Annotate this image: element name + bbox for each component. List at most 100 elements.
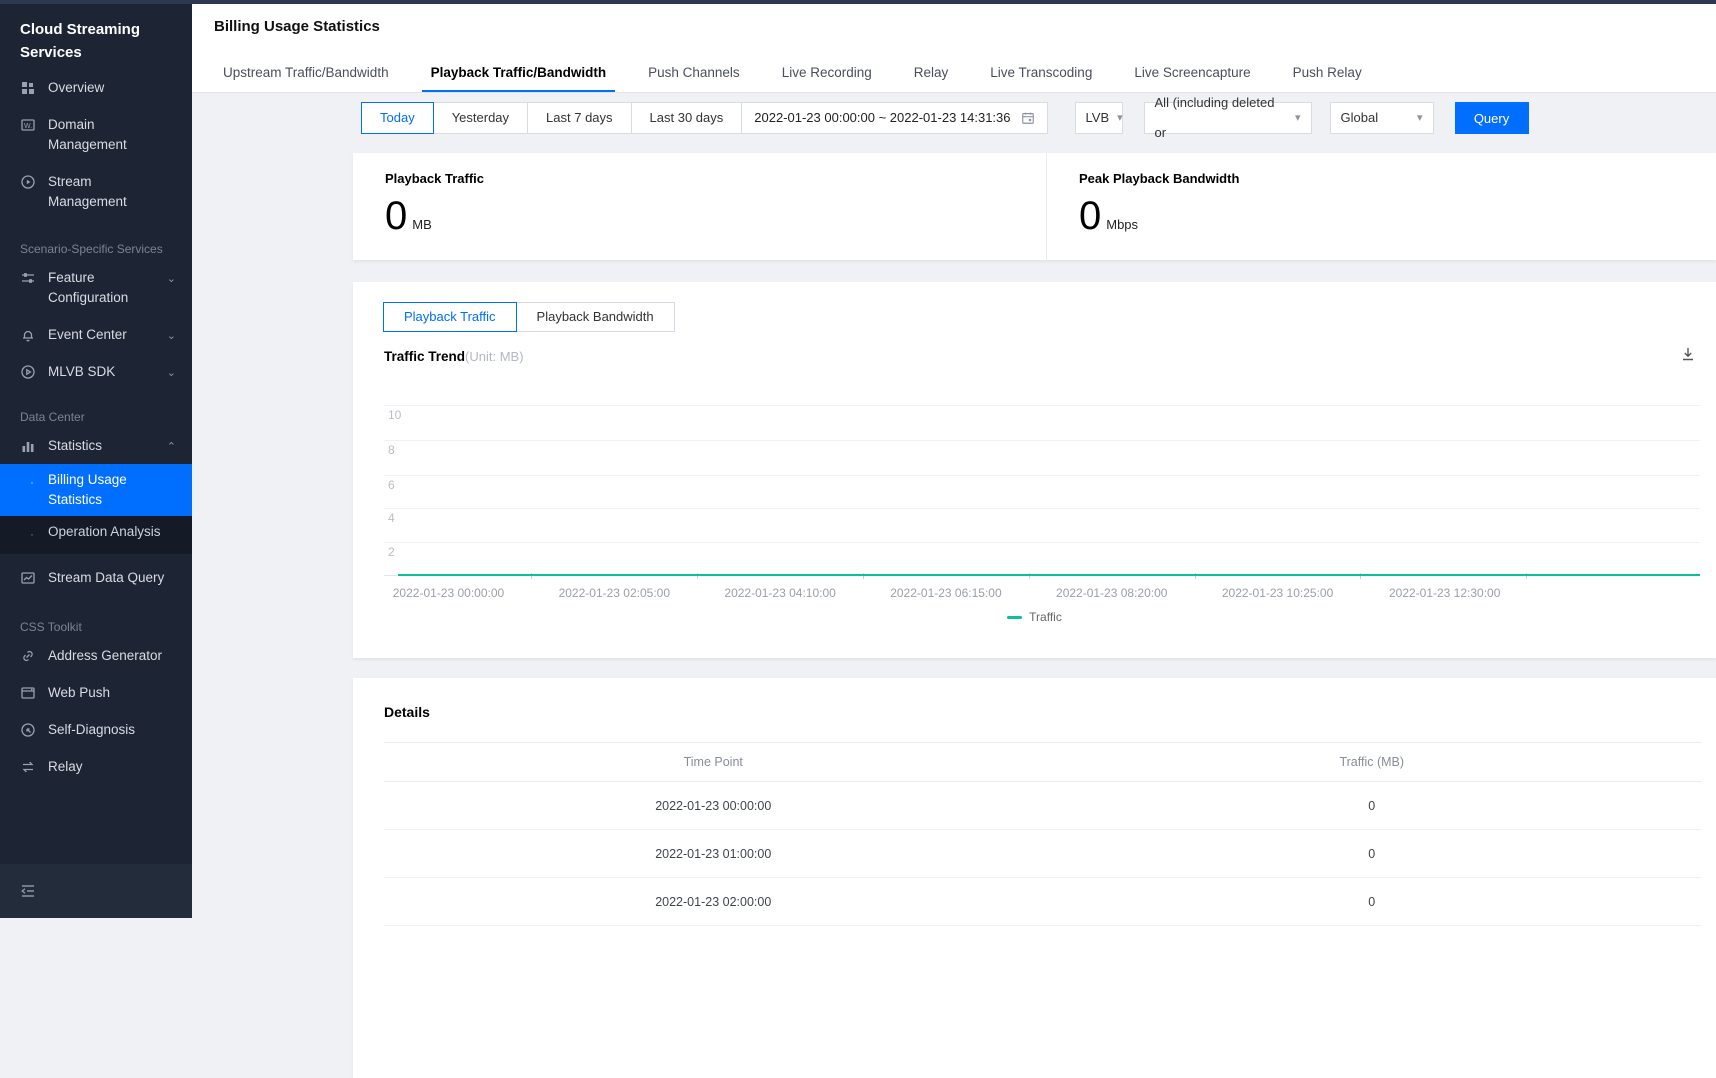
date-range-picker[interactable]: 2022-01-23 00:00:00 ~ 2022-01-23 14:31:3… (741, 102, 1047, 134)
column-header-traffic: Traffic (MB) (1043, 755, 1702, 769)
caret-down-icon: ▾ (1295, 103, 1301, 133)
x-axis-labels: 2022-01-23 00:00:00 2022-01-23 02:05:00 … (384, 586, 1700, 602)
metric-toggle-group: Playback Traffic Playback Bandwidth (384, 302, 675, 332)
stat-label: Playback Traffic (385, 171, 1046, 186)
sidebar-item-stream-data-query[interactable]: Stream Data Query (0, 568, 192, 588)
range-button-last-30-days[interactable]: Last 30 days (631, 102, 743, 134)
chevron-down-icon: ⌄ (167, 269, 176, 289)
sidebar-item-label: Stream Data Query (48, 568, 172, 588)
sidebar-item-stream-management[interactable]: Stream Management (0, 172, 192, 212)
table-row: 2022-01-23 01:00:00 0 (384, 830, 1701, 878)
y-axis-tick: 4 (388, 511, 395, 525)
bullet-icon: · (30, 472, 34, 492)
sidebar-item-statistics[interactable]: Statistics ⌃ (0, 436, 192, 456)
tab-live-recording[interactable]: Live Recording (773, 65, 881, 92)
domain-filter-select[interactable]: All (including deleted or ▾ (1144, 102, 1312, 134)
product-title: Cloud Streaming Services (0, 0, 192, 64)
sidebar-item-domain-management[interactable]: W. Domain Management (0, 115, 192, 155)
region-select[interactable]: Global ▾ (1330, 102, 1434, 134)
domain-icon: W. (20, 117, 36, 133)
sidebar-item-self-diagnosis[interactable]: Self-Diagnosis (0, 720, 192, 740)
query-button[interactable]: Query (1455, 102, 1529, 134)
sidebar-item-web-push[interactable]: Web Push (0, 683, 192, 703)
swap-arrows-icon (20, 759, 36, 775)
tab-playback-traffic-bandwidth[interactable]: Playback Traffic/Bandwidth (422, 65, 616, 92)
x-axis-label: 2022-01-23 08:20:00 (1056, 586, 1167, 600)
stat-unit: Mbps (1106, 217, 1138, 232)
diagnosis-icon (20, 722, 36, 738)
sidebar-item-address-generator[interactable]: Address Generator (0, 646, 192, 666)
line-chart-icon (20, 570, 36, 586)
filter-bar: Today Yesterday Last 7 days Last 30 days… (361, 102, 1529, 134)
x-axis-label: 2022-01-23 02:05:00 (559, 586, 670, 600)
tab-live-transcoding[interactable]: Live Transcoding (981, 65, 1101, 92)
sidebar-item-label: Event Center (48, 325, 172, 345)
sidebar-subitem-billing-usage-statistics[interactable]: · Billing Usage Statistics (0, 464, 192, 516)
cell-traffic: 0 (1043, 847, 1702, 861)
cell-time-point: 2022-01-23 02:00:00 (384, 895, 1043, 909)
page-title: Billing Usage Statistics (214, 18, 380, 35)
y-axis-tick: 6 (388, 478, 395, 492)
sidebar-item-label: Domain Management (48, 115, 172, 155)
sidebar-section-label: Scenario-Specific Services (20, 242, 192, 256)
chart-title: Traffic Trend (384, 349, 465, 364)
gridline (384, 440, 1700, 441)
sidebar-section-label: CSS Toolkit (20, 620, 192, 634)
tab-upstream-traffic-bandwidth[interactable]: Upstream Traffic/Bandwidth (214, 65, 398, 92)
svg-text:W.: W. (24, 123, 32, 130)
download-icon (1680, 346, 1696, 362)
stat-playback-traffic: Playback Traffic 0MB (353, 153, 1047, 260)
sidebar-item-overview[interactable]: Overview (0, 78, 192, 98)
gridline (384, 508, 1700, 509)
y-axis-tick: 10 (388, 408, 401, 422)
sidebar-item-label: Overview (48, 78, 172, 98)
trend-chart-card: Playback Traffic Playback Bandwidth Traf… (353, 282, 1716, 658)
chart-unit-note: (Unit: MB) (465, 349, 524, 364)
domain-filter-value: All (including deleted or (1155, 88, 1287, 148)
download-chart-button[interactable] (1680, 346, 1696, 367)
sidebar-item-label: Relay (48, 757, 172, 777)
sliders-icon (20, 270, 36, 286)
toggle-playback-bandwidth[interactable]: Playback Bandwidth (516, 302, 675, 332)
gridline (384, 542, 1700, 543)
sidebar-subitem-operation-analysis[interactable]: · Operation Analysis (0, 516, 192, 548)
caret-down-icon: ▾ (1117, 103, 1123, 133)
tab-push-channels[interactable]: Push Channels (639, 65, 749, 92)
collapse-sidebar-button[interactable] (0, 864, 192, 918)
sidebar-item-label: Address Generator (48, 646, 172, 666)
range-button-last-7-days[interactable]: Last 7 days (527, 102, 632, 134)
chart-title-row: Traffic Trend(Unit: MB) (384, 348, 1696, 366)
x-axis-label: 2022-01-23 12:30:00 (1389, 586, 1500, 600)
sidebar-item-feature-configuration[interactable]: Feature Configuration ⌄ (0, 268, 192, 308)
tab-push-relay[interactable]: Push Relay (1284, 65, 1371, 92)
play-circle-icon (20, 174, 36, 190)
details-table: Time Point Traffic (MB) 2022-01-23 00:00… (384, 742, 1701, 926)
sidebar-item-relay[interactable]: Relay (0, 757, 192, 777)
stat-peak-playback-bandwidth: Peak Playback Bandwidth 0Mbps (1047, 153, 1716, 260)
sidebar-subitem-label: Operation Analysis (48, 524, 161, 539)
browser-window-icon (20, 685, 36, 701)
sidebar-item-label: Stream Management (48, 172, 172, 212)
tab-relay[interactable]: Relay (905, 65, 958, 92)
link-icon (20, 648, 36, 664)
sidebar-section-label: Data Center (20, 410, 192, 424)
caret-down-icon: ▾ (1417, 103, 1423, 133)
product-select[interactable]: LVB ▾ (1075, 102, 1123, 134)
y-axis-tick: 8 (388, 443, 395, 457)
details-title: Details (384, 704, 430, 720)
sidebar-item-event-center[interactable]: Event Center ⌄ (0, 325, 192, 345)
sidebar-item-mlvb-sdk[interactable]: MLVB SDK ⌄ (0, 362, 192, 382)
legend-label: Traffic (1029, 610, 1062, 624)
range-button-today[interactable]: Today (361, 102, 434, 134)
toggle-playback-traffic[interactable]: Playback Traffic (383, 302, 517, 332)
date-range-value: 2022-01-23 00:00:00 ~ 2022-01-23 14:31:3… (754, 103, 1010, 133)
chart-legend[interactable]: Traffic (353, 610, 1716, 624)
cell-time-point: 2022-01-23 01:00:00 (384, 847, 1043, 861)
cell-time-point: 2022-01-23 00:00:00 (384, 799, 1043, 813)
cell-traffic: 0 (1043, 895, 1702, 909)
column-header-time-point: Time Point (384, 755, 1043, 769)
range-button-yesterday[interactable]: Yesterday (433, 102, 528, 134)
collapse-sidebar-icon (20, 884, 36, 898)
bullet-icon: · (30, 524, 34, 544)
stat-label: Peak Playback Bandwidth (1079, 171, 1716, 186)
